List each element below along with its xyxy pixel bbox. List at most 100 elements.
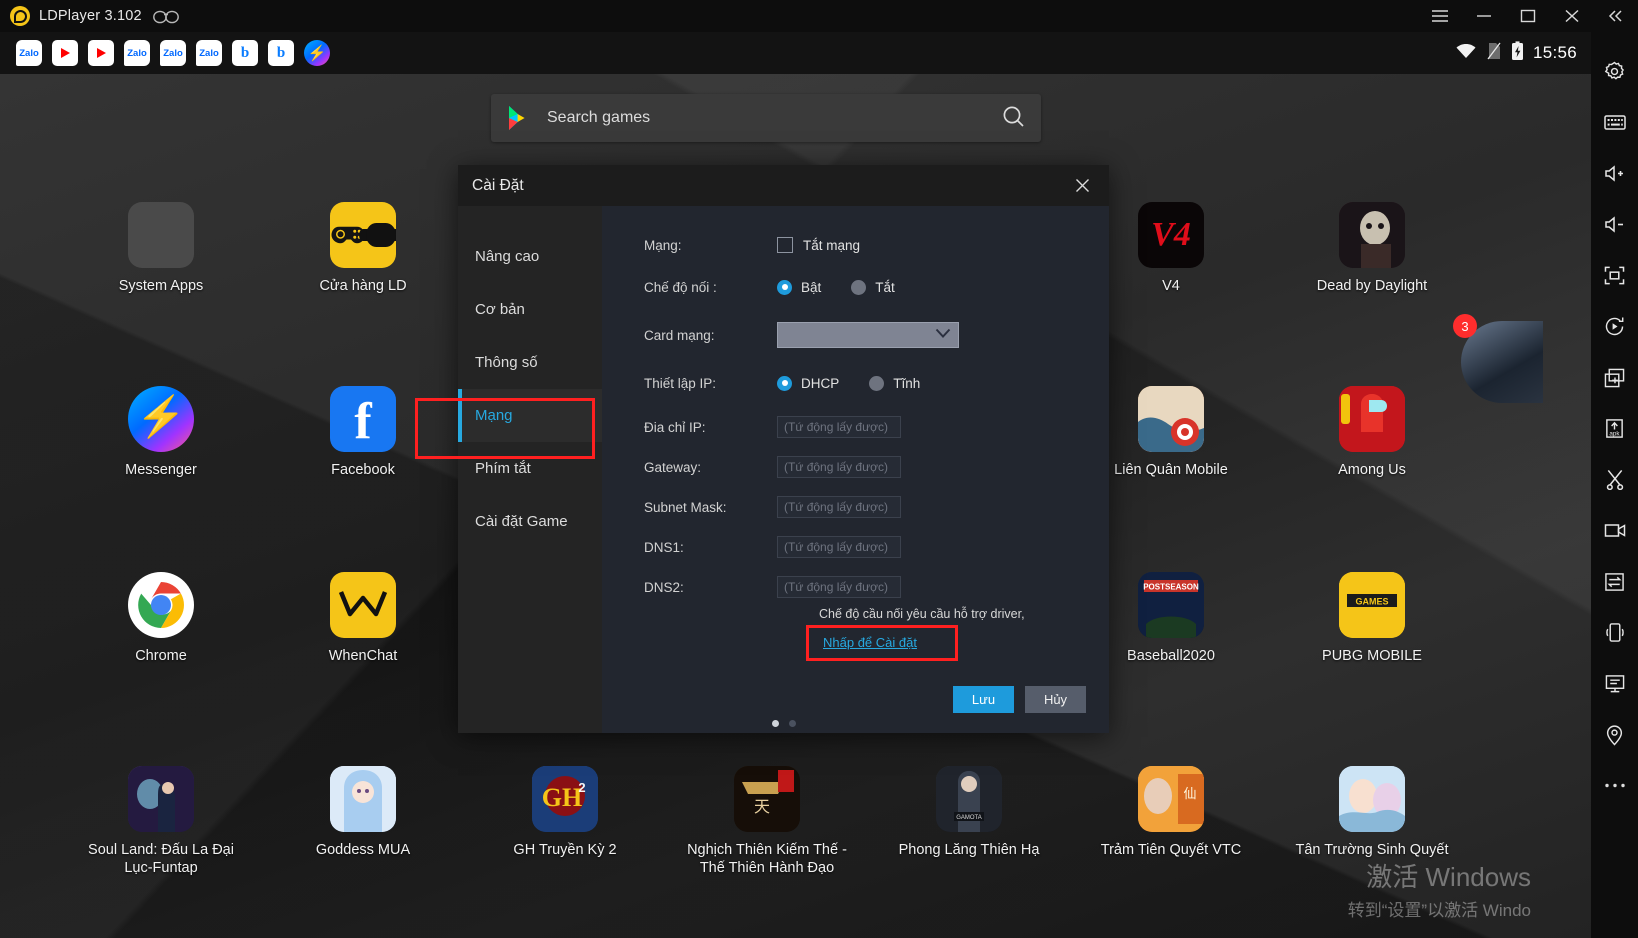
app-facebook[interactable]: fFacebook (283, 386, 443, 479)
maximize-button[interactable] (1506, 0, 1550, 32)
gear-icon[interactable] (1591, 46, 1638, 97)
fullscreen-icon[interactable] (1591, 250, 1638, 301)
dia-chi-ip-input[interactable]: (Tứ động lấy được) (777, 416, 901, 438)
video-record-icon[interactable] (1591, 505, 1638, 556)
goddess-glyph (330, 766, 396, 832)
app-messenger[interactable]: ⚡Messenger (81, 386, 241, 479)
sidebar-item-co-ban[interactable]: Cơ bản (458, 283, 602, 336)
app-icon-tan-truong-sinh-quyet (1339, 766, 1405, 832)
label-card-mang: Card mạng: (644, 328, 777, 343)
app-icon-whenchat (330, 572, 396, 638)
app-label: Dead by Daylight (1292, 277, 1452, 295)
collapse-sidebar-button[interactable] (1594, 0, 1638, 32)
radio-dhcp[interactable] (777, 376, 792, 391)
app-soul-land[interactable]: Soul Land: Đấu La Đại Lục-Funtap (81, 766, 241, 877)
label-che-do-noi: Chế độ nối : (644, 280, 777, 295)
app-pubg-mobile[interactable]: GAMESPUBG MOBILE (1292, 572, 1452, 665)
app-among-us[interactable]: Among Us (1292, 386, 1452, 479)
location-icon[interactable] (1591, 709, 1638, 760)
app-gh-truyen-ky-2[interactable]: GH2GH Truyền Kỳ 2 (485, 766, 645, 859)
gateway-input[interactable]: (Tứ động lấy được) (777, 456, 901, 478)
tray-icon-zalo-2[interactable]: Zalo (124, 40, 150, 66)
sidebar-item-mang[interactable]: Mạng (458, 389, 602, 442)
multi-window-icon[interactable] (1591, 658, 1638, 709)
sidebar-item-thong-so[interactable]: Thông số (458, 336, 602, 389)
volume-down-icon[interactable] (1591, 199, 1638, 250)
dns1-input[interactable]: (Tứ động lấy được) (777, 536, 901, 558)
app-goddess-mua[interactable]: Goddess MUA (283, 766, 443, 859)
close-icon[interactable] (1069, 173, 1095, 199)
svg-text:POSTSEASON: POSTSEASON (1143, 583, 1199, 592)
app-tram-tien-quyet-vtc[interactable]: 仙 Trảm Tiên Quyết VTC (1091, 766, 1251, 859)
tray-icon-bee-1[interactable]: b (232, 40, 258, 66)
keyboard-icon[interactable] (1591, 97, 1638, 148)
minimize-button[interactable] (1462, 0, 1506, 32)
svg-text:GH: GH (542, 783, 582, 812)
label-dns1: DNS1: (644, 540, 777, 555)
add-window-icon[interactable] (1591, 352, 1638, 403)
more-dots-icon[interactable] (1591, 760, 1638, 811)
sidebar-item-cai-dat-game[interactable]: Cài đặt Game (458, 495, 602, 548)
tray-icon-youtube-2[interactable] (88, 40, 114, 66)
dns2-input[interactable]: (Tứ động lấy được) (777, 576, 901, 598)
app-tan-truong-sinh-quyet[interactable]: Tân Trường Sinh Quyết (1292, 766, 1452, 859)
shake-icon[interactable] (1591, 607, 1638, 658)
app-label: Trảm Tiên Quyết VTC (1091, 841, 1251, 859)
save-button[interactable]: Lưu (953, 686, 1014, 713)
cancel-button[interactable]: Hủy (1025, 686, 1086, 713)
app-v4[interactable]: V4V4 (1091, 202, 1251, 295)
app-label: Phong Lăng Thiên Hạ (889, 841, 1049, 859)
svg-text:2: 2 (578, 780, 585, 795)
subnet-mask-input[interactable]: (Tứ động lấy được) (777, 496, 901, 518)
radio-bat[interactable] (777, 280, 792, 295)
tray-icon-messenger[interactable]: ⚡ (304, 40, 330, 66)
rotate-icon[interactable] (1591, 301, 1638, 352)
app-cua-hang-ld[interactable]: Cửa hàng LD (283, 202, 443, 295)
app-label: Among Us (1292, 461, 1452, 479)
label-dia-chi-ip: Đia chỉ IP: (644, 420, 777, 435)
app-icon-phong-lang-thien-ha: GAMOTA (936, 766, 1002, 832)
app-whenchat[interactable]: WhenChat (283, 572, 443, 665)
gamepad-icon (153, 9, 179, 24)
sidebar-item-nang-cao[interactable]: Nâng cao (458, 230, 602, 283)
radio-tat-label: Tắt (875, 280, 895, 295)
tray-icon-bee-2[interactable]: b (268, 40, 294, 66)
radio-tinh[interactable] (869, 376, 884, 391)
tray-icon-youtube-1[interactable] (52, 40, 78, 66)
app-icon-tram-tien-quyet-vtc: 仙 (1138, 766, 1204, 832)
app-label: Soul Land: Đấu La Đại Lục-Funtap (81, 841, 241, 877)
page-dot[interactable] (789, 720, 796, 727)
app-icon-nghich-thien-kiem-the: 天 (734, 766, 800, 832)
install-driver-link[interactable]: Nhấp để Cài đặt (819, 629, 921, 656)
radio-tat[interactable] (851, 280, 866, 295)
tray-icon-zalo[interactable]: Zalo (16, 40, 42, 66)
page-dot[interactable] (772, 720, 779, 727)
volume-up-icon[interactable] (1591, 148, 1638, 199)
sidebar-item-label: Nâng cao (475, 248, 539, 265)
menu-button[interactable] (1418, 0, 1462, 32)
app-nghich-thien-kiem-the[interactable]: 天 Nghịch Thiên Kiếm Thế - Thế Thiên Hành … (687, 766, 847, 877)
app-label: Nghịch Thiên Kiếm Thế - Thế Thiên Hành Đ… (687, 841, 847, 877)
tat-mang-checkbox[interactable] (777, 237, 793, 253)
tray-icon-zalo-4[interactable]: Zalo (196, 40, 222, 66)
close-button[interactable] (1550, 0, 1594, 32)
card-mang-select[interactable] (777, 322, 959, 348)
gh2-glyph: GH2 (532, 766, 598, 832)
app-icon-goddess-mua (330, 766, 396, 832)
app-system-apps[interactable]: System Apps (81, 202, 241, 295)
app-dead-by-daylight[interactable]: Dead by Daylight (1292, 202, 1452, 295)
app-baseball2020[interactable]: POSTSEASONBaseball2020 (1091, 572, 1251, 665)
app-lien-quan-mobile[interactable]: Liên Quân Mobile (1091, 386, 1251, 479)
app-chrome[interactable]: Chrome (81, 572, 241, 665)
scissors-icon[interactable] (1591, 454, 1638, 505)
chevron-down-icon (935, 326, 951, 344)
amongus-glyph (1339, 386, 1405, 452)
dbd-glyph (1339, 202, 1405, 268)
whenchat-glyph (338, 588, 388, 622)
sync-transfer-icon[interactable] (1591, 556, 1638, 607)
sidebar-item-phim-tat[interactable]: Phím tắt (458, 442, 602, 495)
tray-icon-zalo-3[interactable]: Zalo (160, 40, 186, 66)
driver-note: Chế độ cầu nối yêu cầu hỗ trợ driver, (819, 607, 1109, 621)
app-phong-lang-thien-ha[interactable]: GAMOTA Phong Lăng Thiên Hạ (889, 766, 1049, 859)
apk-install-icon[interactable]: apk (1591, 403, 1638, 454)
